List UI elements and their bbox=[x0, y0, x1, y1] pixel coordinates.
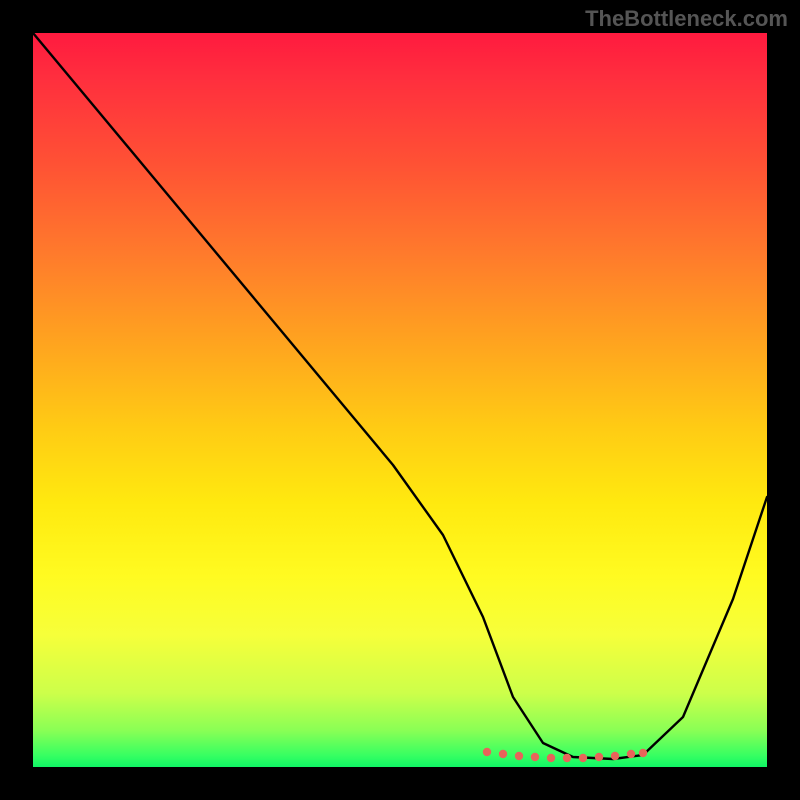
chart-svg bbox=[33, 33, 767, 767]
marker-dot bbox=[627, 750, 635, 758]
curve-line bbox=[33, 33, 767, 759]
marker-dot bbox=[563, 754, 571, 762]
marker-dot bbox=[499, 750, 507, 758]
chart-plot-area bbox=[33, 33, 767, 767]
marker-dot bbox=[483, 748, 491, 756]
marker-band-group bbox=[483, 748, 647, 762]
marker-dot bbox=[579, 754, 587, 762]
marker-dot bbox=[611, 752, 619, 760]
marker-dot bbox=[531, 753, 539, 761]
watermark-text: TheBottleneck.com bbox=[585, 6, 788, 32]
marker-dot bbox=[639, 749, 647, 757]
marker-dot bbox=[515, 752, 523, 760]
marker-dot bbox=[595, 753, 603, 761]
marker-dot bbox=[547, 754, 555, 762]
